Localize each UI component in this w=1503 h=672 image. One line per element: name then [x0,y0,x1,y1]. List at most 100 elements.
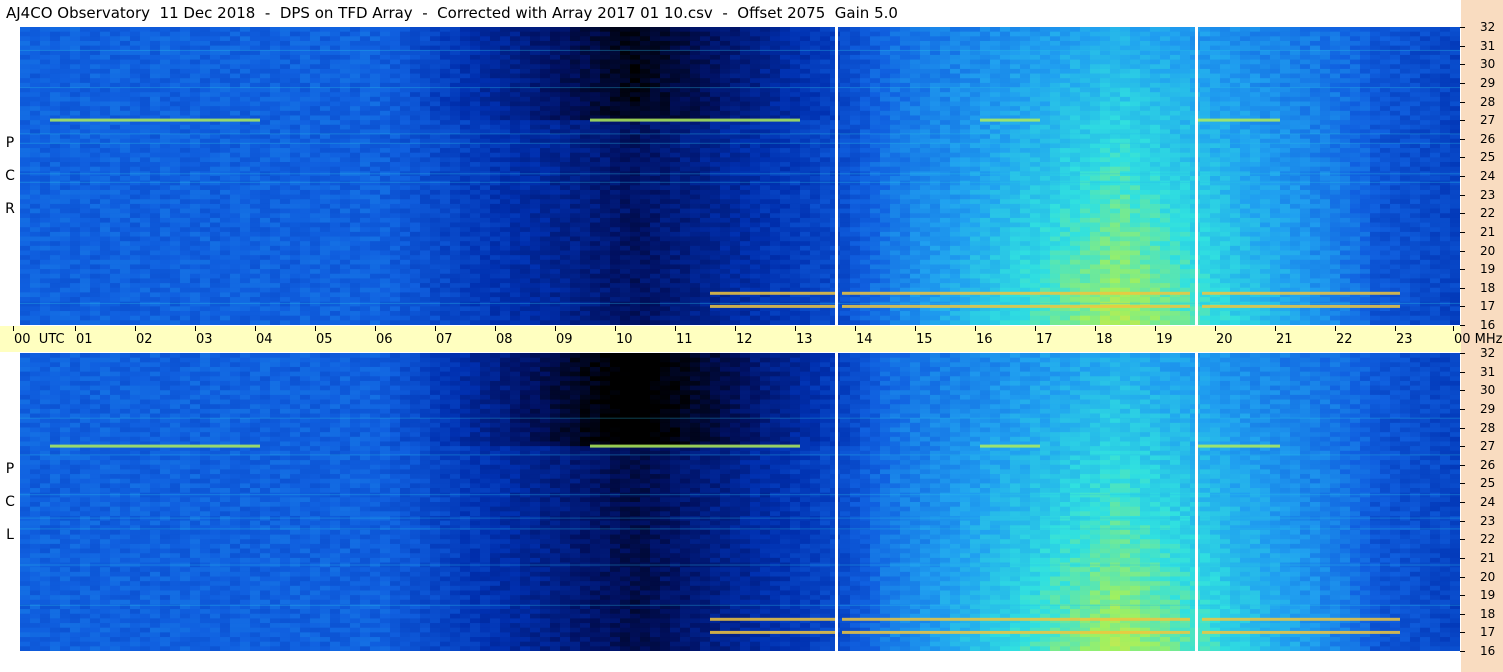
heatmap-cell [160,180,171,186]
heatmap-cell [630,259,641,266]
heatmap-cell [640,217,651,224]
heatmap-cell [310,213,321,219]
heatmap-cell [480,264,491,270]
heatmap-cell [120,199,131,205]
heatmap-cell [580,222,591,228]
heatmap-cell [270,96,281,103]
heatmap-cell [420,162,431,168]
heatmap-cell [500,87,511,93]
heatmap-cell [690,311,701,317]
heatmap-cell [30,73,41,79]
heatmap-cell [410,31,421,37]
heatmap-cell [310,120,321,126]
heatmap-cell [240,143,251,149]
heatmap-cell [120,50,131,56]
heatmap-cell [180,110,191,117]
heatmap-cell [580,134,591,140]
heatmap-cell [130,222,141,228]
heatmap-cell [40,27,51,33]
heatmap-cell [660,101,671,107]
heatmap-cell [500,236,511,242]
heatmap-cell [690,27,701,33]
heatmap-cell [250,241,261,247]
heatmap-cell [330,315,341,321]
heatmap-cell [470,152,481,158]
heatmap-cell [770,227,781,233]
heatmap-cell [440,115,451,121]
heatmap-cell [510,120,521,126]
heatmap-cell [510,250,521,256]
heatmap-cell [330,50,341,56]
heatmap-cell [130,213,141,219]
heatmap-cell [790,87,801,93]
heatmap-cell [710,106,721,112]
heatmap-cell [300,236,311,242]
heatmap-cell [790,273,801,280]
heatmap-cell [100,283,111,289]
heatmap-cell [590,297,601,303]
heatmap-cell [780,176,791,182]
heatmap-cell [680,54,691,61]
heatmap-cell [650,87,661,93]
heatmap-cell [100,110,111,117]
heatmap-cell [330,185,341,191]
heatmap-cell [690,106,701,112]
heatmap-cell [580,292,591,298]
heatmap-cell [120,162,131,168]
heatmap-cell [310,287,321,294]
heatmap-cell [540,245,551,252]
heatmap-cell [680,301,691,307]
heatmap-cell [770,106,781,112]
heatmap-cell [240,73,251,79]
heatmap-cell [60,31,71,37]
heatmap-cell [780,73,791,79]
heatmap-cell [790,134,801,140]
heatmap-cell [220,31,231,37]
heatmap-cell [560,36,571,42]
heatmap-cell [460,162,471,168]
heatmap-cell [140,255,151,261]
heatmap-cell [650,301,661,307]
heatmap-cell [40,59,51,65]
heatmap-cell [760,110,771,117]
heatmap-cell [270,227,281,233]
heatmap-cell [370,96,381,103]
heatmap-cell [100,203,111,210]
heatmap-cell [80,50,91,56]
heatmap-cell [220,148,231,154]
heatmap-cell [630,92,641,98]
heatmap-cell [130,320,141,325]
heatmap-cell [30,287,41,294]
heatmap-cell [200,301,211,307]
heatmap-cell [610,264,621,270]
heatmap-cell [210,27,221,33]
heatmap-cell [270,50,281,56]
heatmap-cell [540,297,551,303]
heatmap-cell [360,143,371,149]
heatmap-cell [220,64,231,70]
heatmap-cell [50,78,61,84]
heatmap-cell [160,157,171,163]
heatmap-cell [560,106,571,112]
heatmap-cell [20,78,31,84]
heatmap-cell [620,301,631,307]
heatmap-cell [700,68,711,75]
heatmap-cell [240,148,251,154]
heatmap-cell [790,96,801,103]
heatmap-cell [530,101,541,107]
heatmap-cell [160,64,171,70]
heatmap-cell [150,194,161,200]
heatmap-cell [360,185,371,191]
heatmap-cell [230,199,241,205]
heatmap-cell [560,92,571,98]
heatmap-cell [580,124,591,131]
heatmap-cell [280,40,291,47]
heatmap-cell [650,64,661,70]
heatmap-cell [530,306,541,312]
heatmap-cell [110,68,121,75]
heatmap-cell [710,68,721,75]
heatmap-cell [520,208,531,214]
heatmap-cell [90,222,101,228]
heatmap-cell [210,255,221,261]
heatmap-cell [380,241,391,247]
